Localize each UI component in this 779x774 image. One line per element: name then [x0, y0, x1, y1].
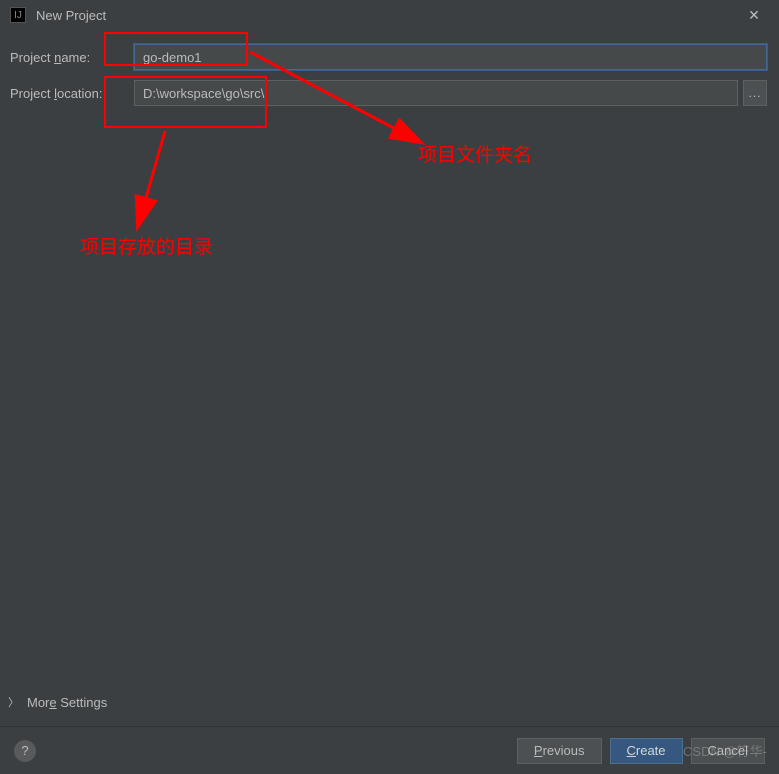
create-button[interactable]: Create [610, 738, 683, 764]
chevron-right-icon: 〉 [8, 694, 19, 710]
project-name-input[interactable] [134, 44, 767, 70]
annotation-arrow-2 [120, 126, 190, 236]
project-location-label: Project location: [8, 86, 134, 101]
window-title: New Project [36, 8, 739, 23]
project-location-input[interactable] [134, 80, 738, 106]
more-settings-toggle[interactable]: 〉 More Settings [8, 690, 107, 714]
annotation-text-folder: 项目文件夹名 [418, 140, 532, 167]
close-icon[interactable]: ✕ [739, 0, 769, 30]
previous-button[interactable]: Previous [517, 738, 602, 764]
project-name-label: Project name: [8, 50, 134, 65]
cancel-button[interactable]: Cancel [691, 738, 765, 764]
annotation-text-dir: 项目存放的目录 [80, 232, 213, 259]
more-settings-label: More Settings [27, 695, 107, 710]
browse-button[interactable]: ... [743, 80, 767, 106]
help-icon[interactable]: ? [14, 740, 36, 762]
app-icon: IJ [10, 7, 26, 23]
